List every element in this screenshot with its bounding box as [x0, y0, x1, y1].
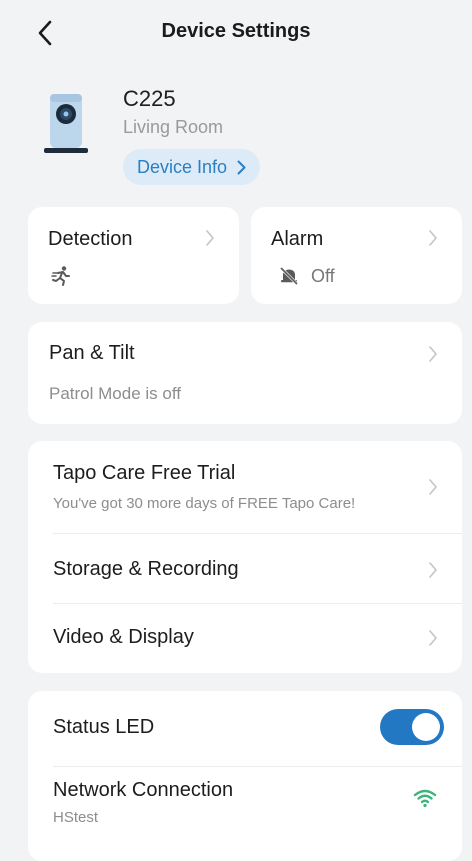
video-display-label: Video & Display	[53, 626, 194, 648]
detection-card[interactable]: Detection	[28, 207, 239, 304]
running-person-icon	[51, 266, 70, 286]
status-led-toggle[interactable]	[380, 709, 444, 745]
alarm-label: Alarm	[271, 228, 324, 250]
settings-group-card: Tapo Care Free Trial You've got 30 more …	[28, 441, 462, 673]
alarm-card[interactable]: Alarm Off	[251, 207, 462, 304]
alarm-status: Off	[311, 266, 335, 286]
network-connection-row[interactable]: Network Connection HStest	[28, 767, 462, 847]
chevron-right-icon	[429, 230, 437, 246]
pan-tilt-label: Pan & Tilt	[49, 342, 135, 364]
network-ssid: HStest	[53, 809, 99, 826]
chevron-right-icon	[429, 630, 437, 646]
status-led-label: Status LED	[53, 716, 155, 738]
toggle-knob	[412, 713, 440, 741]
chevron-right-icon	[429, 479, 437, 495]
device-name: C225	[123, 86, 176, 111]
detection-label: Detection	[48, 228, 133, 250]
tapo-care-sub: You've got 30 more days of FREE Tapo Car…	[53, 495, 356, 512]
device-info-label: Device Info	[137, 156, 228, 177]
camera-device-icon	[44, 94, 88, 153]
tapo-care-row[interactable]: Tapo Care Free Trial You've got 30 more …	[28, 441, 462, 533]
alarm-off-icon	[279, 266, 299, 286]
chevron-right-icon	[429, 562, 437, 578]
header: Device Settings	[0, 0, 472, 66]
device-info-button[interactable]: Device Info	[123, 149, 261, 185]
chevron-right-icon	[206, 230, 214, 246]
storage-recording-label: Storage & Recording	[53, 558, 239, 580]
network-connection-label: Network Connection	[53, 779, 234, 801]
wifi-icon	[413, 789, 437, 808]
patrol-mode-status: Patrol Mode is off	[49, 384, 181, 403]
pan-tilt-card[interactable]: Pan & Tilt Patrol Mode is off	[28, 322, 462, 424]
chevron-right-icon	[237, 160, 246, 174]
device-room: Living Room	[123, 117, 224, 137]
video-display-row[interactable]: Video & Display	[28, 604, 462, 673]
tapo-care-label: Tapo Care Free Trial	[53, 462, 236, 484]
chevron-right-icon	[429, 346, 437, 362]
page-title: Device Settings	[161, 20, 311, 42]
storage-recording-row[interactable]: Storage & Recording	[28, 534, 462, 602]
